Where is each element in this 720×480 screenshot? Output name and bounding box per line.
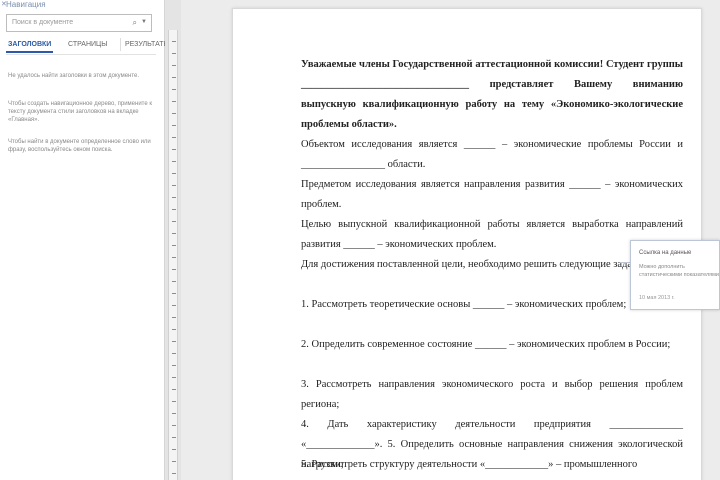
navigation-tabs: ЗАГОЛОВКИ СТРАНИЦЫ РЕЗУЛЬТАТЫ: [6, 38, 170, 53]
document-paragraph[interactable]: Уважаемые члены Государственной аттестац…: [301, 55, 683, 135]
document-paragraph[interactable]: 1. Рассмотреть теоретические основы ____…: [301, 295, 683, 315]
document-paragraph[interactable]: Целью выпускной квалификационной работы …: [301, 215, 683, 255]
document-paragraph[interactable]: Для достижения поставленной цели, необхо…: [301, 255, 683, 275]
tab-results[interactable]: РЕЗУЛЬТАТЫ: [120, 38, 172, 51]
tabs-divider: [6, 54, 156, 55]
tab-headings[interactable]: ЗАГОЛОВКИ: [6, 38, 54, 53]
comment-connector: [620, 262, 630, 263]
document-paragraph[interactable]: Объектом исследования является ______ – …: [301, 135, 683, 175]
tab-pages[interactable]: СТРАНИЦЫ: [66, 38, 109, 51]
comment-author: Ссылка на данные: [639, 250, 692, 256]
comment-text[interactable]: Можно дополнить статистическими показате…: [639, 263, 719, 279]
document-paragraph[interactable]: 2. Определить современное состояние ____…: [301, 335, 683, 355]
navigation-pane-title: Навигация: [6, 0, 46, 9]
document-paragraph[interactable]: 3. Рассмотреть направления экономическог…: [301, 375, 683, 415]
document-paragraph[interactable]: 5. Рассмотреть структуру деятельности «_…: [301, 455, 683, 475]
nav-help-text: Чтобы создать навигационное дерево, прим…: [8, 101, 152, 123]
comment-balloon[interactable]: Ссылка на данные Можно дополнить статист…: [630, 240, 720, 310]
navigation-pane: ✕ Навигация Поиск в документе ⌕ ▼ ЗАГОЛО…: [0, 0, 170, 480]
chevron-down-icon[interactable]: ▼: [141, 19, 147, 25]
document-paragraph[interactable]: Предметом исследования является направле…: [301, 175, 683, 215]
vertical-ruler[interactable]: [168, 30, 178, 480]
nav-help-text: Чтобы найти в документе определенное сло…: [8, 139, 151, 153]
search-placeholder: Поиск в документе: [12, 19, 74, 26]
comment-date: 10 мая 2013 г.: [639, 295, 675, 301]
search-icon[interactable]: ⌕: [133, 18, 137, 28]
nav-help-text: Не удалось найти заголовки в этом докуме…: [8, 73, 140, 79]
search-input[interactable]: Поиск в документе ⌕ ▼: [6, 14, 152, 32]
